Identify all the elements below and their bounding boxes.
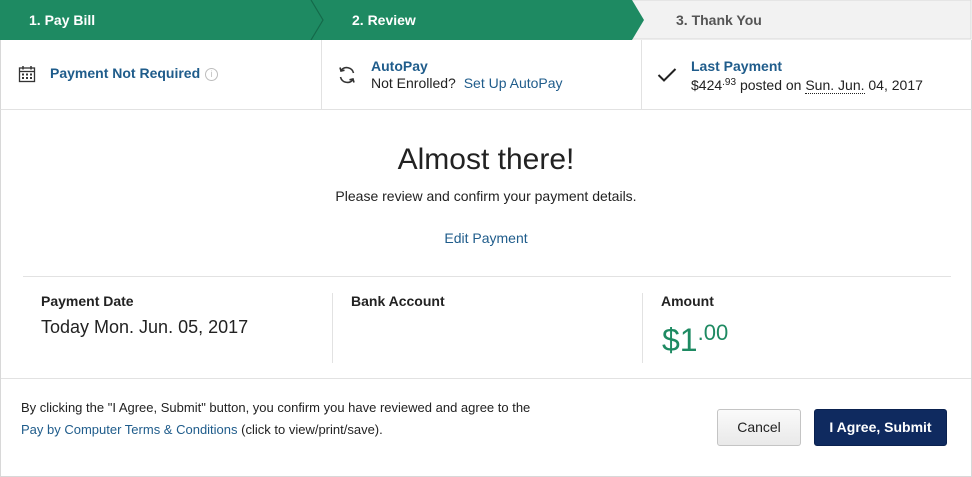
calendar-icon — [18, 65, 36, 88]
payment-details: Payment Date Today Mon. Jun. 05, 2017 Ba… — [23, 293, 951, 363]
last-payment-cents: .93 — [722, 77, 737, 88]
review-instructions: Please review and confirm your payment d… — [335, 188, 637, 204]
step-pay-bill[interactable]: 1. Pay Bill — [29, 11, 95, 29]
payment-date-label: Payment Date — [41, 293, 134, 309]
checkmark-icon — [657, 67, 677, 88]
payment-amount: $1.00 — [662, 313, 728, 360]
account-summary-strip: Payment Not Required i AutoPay Not Enroll… — [0, 40, 972, 110]
terms-line: Pay by Computer Terms & Conditions (clic… — [21, 422, 383, 437]
autopay-status-text: Not Enrolled? — [371, 75, 456, 91]
step-review: 2. Review — [352, 12, 416, 28]
info-help-icon[interactable]: i — [205, 68, 219, 81]
set-up-autopay-link[interactable]: Set Up AutoPay — [464, 75, 563, 91]
edit-payment-link-text[interactable]: Edit Payment — [444, 230, 527, 246]
review-card: Almost there! Please review and confirm … — [0, 110, 972, 477]
payment-status-cell: Payment Not Required i — [1, 40, 321, 109]
terms-statement: By clicking the "I Agree, Submit" button… — [21, 400, 531, 415]
last-payment-cell: Last Payment $424.93 posted on Sun. Jun.… — [641, 40, 972, 109]
last-payment-date-rest: 04, 2017 — [868, 77, 923, 93]
autopay-status: Not Enrolled? Set Up AutoPay — [371, 75, 563, 91]
amount-column: Amount $1.00 — [642, 293, 951, 363]
stepper-background — [0, 0, 972, 40]
last-payment-title[interactable]: Last Payment — [691, 58, 782, 74]
amount-label: Amount — [661, 293, 714, 309]
bank-account-label: Bank Account — [351, 293, 445, 309]
last-payment-amount: $424 — [691, 77, 723, 93]
terms-conditions-link[interactable]: Pay by Computer Terms & Conditions — [21, 422, 238, 437]
step-thank-you: 3. Thank You — [676, 12, 762, 28]
last-payment-date-abbrev: Sun. Jun. — [805, 77, 865, 94]
autopay-cell: AutoPay Not Enrolled? Set Up AutoPay — [321, 40, 641, 109]
section-divider — [23, 276, 951, 277]
terms-suffix: (click to view/print/save). — [241, 422, 383, 437]
agree-submit-button[interactable]: I Agree, Submit — [814, 409, 947, 446]
payment-date-value: Today Mon. Jun. 05, 2017 — [41, 317, 249, 337]
refresh-icon — [337, 65, 357, 90]
payment-status: Payment Not Required i — [50, 65, 219, 81]
progress-stepper: 1. Pay Bill 2. Review 3. Thank You — [0, 0, 972, 40]
posted-on-text: posted on — [739, 77, 802, 93]
payment-status-label: Payment Not Required — [50, 65, 201, 81]
edit-payment-link: Edit Payment — [1, 230, 971, 246]
cancel-button[interactable]: Cancel — [717, 409, 801, 446]
autopay-title[interactable]: AutoPay — [371, 58, 428, 74]
last-payment-detail: $424.93 posted on Sun. Jun. 04, 2017 — [691, 75, 923, 94]
page-title: Almost there! — [397, 143, 575, 176]
amount-cents: .00 — [697, 320, 729, 345]
amount-dollars: $1 — [662, 322, 698, 358]
bank-account-column: Bank Account — [332, 293, 642, 363]
confirmation-footer: By clicking the "I Agree, Submit" button… — [1, 378, 971, 477]
payment-date-column: Payment Date Today Mon. Jun. 05, 2017 — [23, 293, 332, 363]
